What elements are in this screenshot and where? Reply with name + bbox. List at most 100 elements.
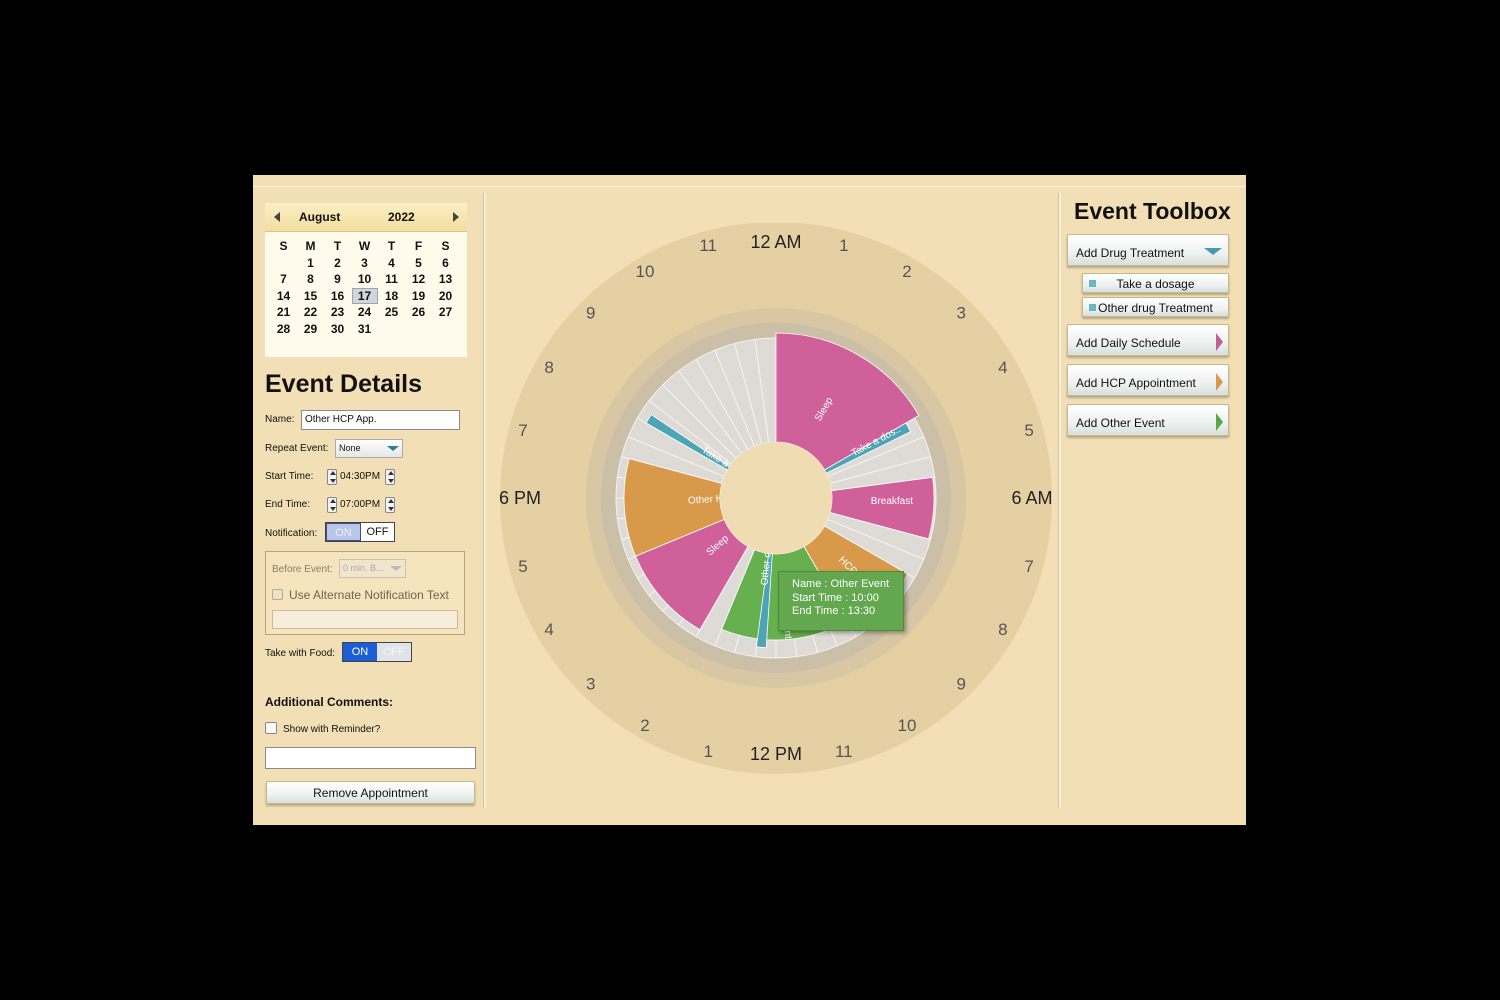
end-time-stepper-right[interactable] bbox=[385, 497, 395, 513]
end-time-label: End Time: bbox=[265, 499, 311, 510]
calendar-grid: S M T W T F S 1 2 3 4 5 6 7 8 9 10 11 12 13 14 15 16 17 1… bbox=[270, 238, 459, 337]
calendar-day[interactable]: 2 bbox=[324, 255, 351, 272]
add-daily-schedule-button[interactable]: Add Daily Schedule bbox=[1067, 324, 1229, 356]
notification-off[interactable]: OFF bbox=[361, 523, 394, 541]
chevron-right-icon bbox=[1216, 373, 1223, 391]
calendar-day[interactable]: 17 bbox=[351, 287, 378, 305]
chevron-right-icon bbox=[1216, 333, 1223, 351]
event-label: Breakfast bbox=[871, 496, 913, 507]
calendar-day bbox=[378, 321, 405, 338]
calendar-day[interactable]: 1 bbox=[297, 255, 324, 272]
calendar-year: 2022 bbox=[388, 210, 415, 224]
calendar-day[interactable]: 21 bbox=[270, 304, 297, 321]
end-time-stepper[interactable] bbox=[327, 497, 337, 513]
calendar-day[interactable]: 3 bbox=[351, 255, 378, 272]
hour-label: 9 bbox=[957, 674, 966, 693]
next-month-icon[interactable] bbox=[453, 212, 459, 222]
main-hour-label: 6 PM bbox=[499, 488, 541, 508]
notification-options-panel: Before Event: 0 min. B... Use Alternate … bbox=[265, 551, 465, 635]
calendar-day[interactable]: 9 bbox=[324, 271, 351, 288]
calendar-day[interactable]: 11 bbox=[378, 271, 405, 288]
calendar-day[interactable]: 23 bbox=[324, 304, 351, 321]
calendar-day[interactable]: 7 bbox=[270, 271, 297, 288]
calendar-day[interactable]: 31 bbox=[351, 321, 378, 338]
calendar-day[interactable]: 19 bbox=[405, 288, 432, 305]
tooltip-name: Name : Other Event bbox=[792, 578, 890, 590]
weekday: S bbox=[279, 239, 288, 254]
calendar-day[interactable]: 6 bbox=[432, 255, 459, 272]
calendar-week: 28 29 30 31 bbox=[270, 321, 459, 338]
weekday-row: S M T W T F S bbox=[270, 238, 459, 255]
add-other-event-button[interactable]: Add Other Event bbox=[1067, 404, 1229, 436]
calendar-day[interactable]: 8 bbox=[297, 271, 324, 288]
alt-text-checkbox[interactable] bbox=[272, 589, 283, 600]
add-drug-treatment-button[interactable]: Add Drug Treatment bbox=[1067, 234, 1229, 266]
calendar-day[interactable]: 28 bbox=[270, 321, 297, 338]
add-hcp-appointment-button[interactable]: Add HCP Appointment bbox=[1067, 364, 1229, 396]
prev-month-icon[interactable] bbox=[274, 212, 280, 222]
top-border bbox=[253, 186, 1246, 187]
name-field[interactable]: Other HCP App. bbox=[301, 410, 460, 430]
notification-on[interactable]: ON bbox=[326, 523, 361, 541]
notification-toggle[interactable]: ON OFF bbox=[325, 522, 395, 542]
food-on[interactable]: ON bbox=[343, 643, 377, 661]
calendar-day[interactable]: 13 bbox=[432, 271, 459, 288]
end-time-value[interactable]: 07:00PM bbox=[340, 499, 380, 510]
take-dosage-button[interactable]: Take a dosage bbox=[1082, 273, 1229, 293]
calendar-day[interactable]: 5 bbox=[405, 255, 432, 272]
repeat-value: None bbox=[339, 443, 361, 453]
calendar-day bbox=[432, 321, 459, 338]
calendar-day[interactable]: 18 bbox=[378, 288, 405, 305]
calendar-day[interactable]: 30 bbox=[324, 321, 351, 338]
hour-label: 11 bbox=[699, 236, 717, 255]
calendar-day bbox=[270, 255, 297, 272]
calendar-week: 21 22 23 24 25 26 27 bbox=[270, 304, 459, 321]
calendar-month: August bbox=[299, 210, 341, 224]
hour-label: 2 bbox=[902, 262, 911, 281]
other-drug-treatment-button[interactable]: Other drug Treatment bbox=[1082, 297, 1229, 317]
calendar-day[interactable]: 20 bbox=[432, 288, 459, 305]
hour-label: 1 bbox=[703, 742, 712, 761]
repeat-label: Repeat Event: bbox=[265, 443, 329, 454]
before-event-select[interactable]: 0 min. B... bbox=[339, 559, 406, 578]
hour-label: 3 bbox=[957, 304, 966, 323]
calendar-day[interactable]: 22 bbox=[297, 304, 324, 321]
selected-day[interactable]: 17 bbox=[351, 287, 378, 304]
show-with-reminder-checkbox[interactable] bbox=[265, 722, 277, 734]
hour-label: 5 bbox=[1024, 421, 1033, 440]
comments-field[interactable] bbox=[265, 747, 476, 769]
hour-label: 8 bbox=[998, 620, 1007, 639]
hour-label: 10 bbox=[636, 262, 655, 281]
hour-label: 11 bbox=[835, 742, 853, 761]
alt-text-field[interactable] bbox=[272, 610, 458, 629]
calendar-day[interactable]: 10 bbox=[351, 271, 378, 288]
food-off[interactable]: OFF bbox=[377, 643, 411, 661]
take-with-food-toggle[interactable]: ON OFF bbox=[342, 642, 412, 662]
calendar-week: 7 8 9 10 11 12 13 bbox=[270, 271, 459, 288]
remove-appointment-button[interactable]: Remove Appointment bbox=[266, 781, 475, 804]
before-event-value: 0 min. B... bbox=[343, 563, 384, 573]
repeat-select[interactable]: None bbox=[335, 439, 403, 458]
start-time-value[interactable]: 04:30PM bbox=[340, 471, 380, 482]
calendar-day[interactable]: 15 bbox=[297, 288, 324, 305]
calendar-day[interactable]: 25 bbox=[378, 304, 405, 321]
add-daily-schedule-label: Add Daily Schedule bbox=[1076, 336, 1181, 350]
calendar-day[interactable]: 4 bbox=[378, 255, 405, 272]
chevron-down-icon bbox=[390, 566, 402, 571]
event-toolbox-title: Event Toolbox bbox=[1074, 198, 1231, 224]
calendar-day[interactable]: 12 bbox=[405, 271, 432, 288]
calendar-day[interactable]: 27 bbox=[432, 304, 459, 321]
hour-label: 4 bbox=[544, 620, 553, 639]
start-time-stepper-right[interactable] bbox=[385, 469, 395, 485]
calendar-week: 123456 bbox=[270, 255, 459, 272]
chevron-down-icon bbox=[1204, 248, 1222, 255]
start-time-stepper[interactable] bbox=[327, 469, 337, 485]
calendar-day[interactable]: 24 bbox=[351, 304, 378, 321]
hour-label: 8 bbox=[544, 358, 553, 377]
calendar-day[interactable]: 26 bbox=[405, 304, 432, 321]
calendar-day[interactable]: 29 bbox=[297, 321, 324, 338]
calendar-day[interactable]: 16 bbox=[324, 288, 351, 305]
daily-clock: SleepTake a dos..BreakfastHCPOther Event… bbox=[499, 223, 1052, 774]
event-details-title: Event Details bbox=[265, 370, 423, 398]
calendar-day[interactable]: 14 bbox=[270, 288, 297, 305]
